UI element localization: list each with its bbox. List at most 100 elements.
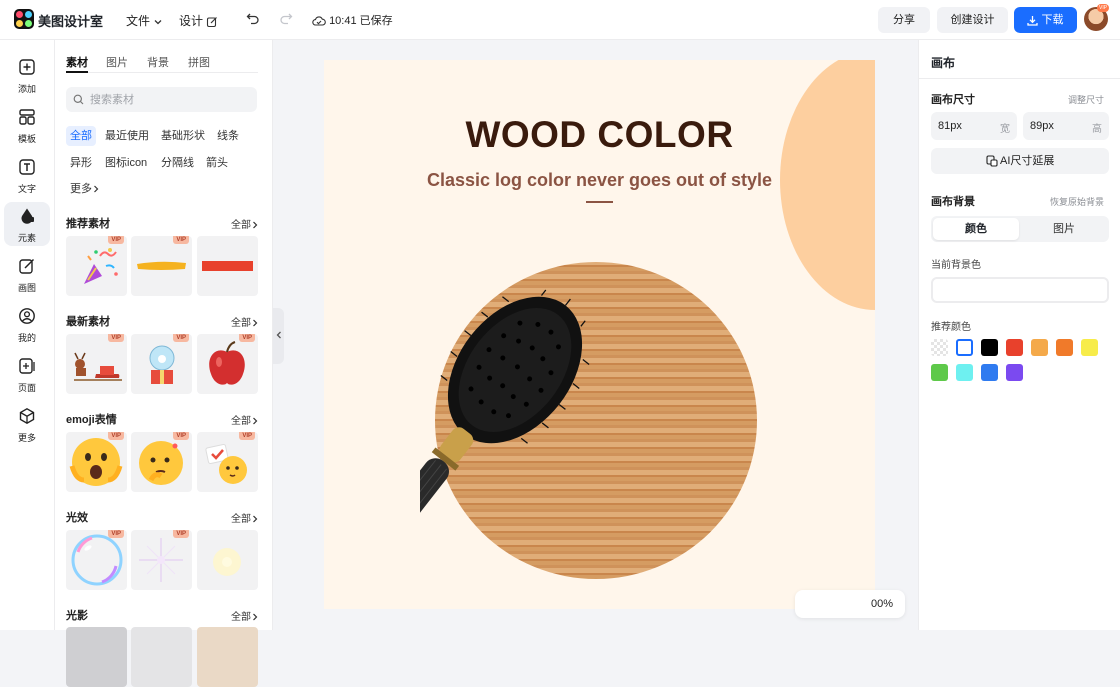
chevron-right-icon bbox=[253, 417, 258, 425]
nav-pages[interactable]: 页面 bbox=[4, 352, 50, 396]
nav-add[interactable]: 添加 bbox=[4, 53, 50, 97]
section-all-latest[interactable]: 全部 bbox=[231, 314, 259, 329]
vip-badge: VIP bbox=[173, 334, 189, 342]
vip-badge: VIP bbox=[239, 334, 255, 342]
text-icon bbox=[19, 159, 35, 175]
chip-lines[interactable]: 线条 bbox=[213, 126, 243, 146]
app-title[interactable]: 美图设计室 bbox=[38, 11, 103, 30]
asset-shadow-2[interactable] bbox=[131, 627, 192, 687]
app-logo-icon[interactable] bbox=[14, 9, 34, 29]
asset-snow-globe[interactable]: VIP bbox=[131, 334, 192, 394]
nav-draw-label: 画图 bbox=[17, 283, 36, 293]
plus-square-icon bbox=[19, 59, 35, 75]
tab-active-indicator bbox=[66, 71, 88, 73]
download-button[interactable]: 下载 bbox=[1014, 7, 1077, 33]
asset-sparkle[interactable]: VIP bbox=[131, 530, 192, 590]
file-menu-label: 文件 bbox=[126, 14, 151, 28]
swatch-black[interactable] bbox=[981, 339, 998, 356]
share-button[interactable]: 分享 bbox=[878, 7, 930, 33]
height-field[interactable]: 89px 高 bbox=[1023, 112, 1109, 140]
asset-shadow-3[interactable] bbox=[197, 627, 258, 687]
chip-arrows[interactable]: 箭头 bbox=[202, 153, 232, 173]
swatch-blue[interactable] bbox=[981, 364, 998, 381]
tab-images[interactable]: 图片 bbox=[106, 54, 128, 70]
asset-emoji-sign[interactable]: VIP bbox=[197, 432, 258, 492]
chip-dividers[interactable]: 分隔线 bbox=[157, 153, 198, 173]
nav-draw[interactable]: 画图 bbox=[4, 252, 50, 296]
asset-red-bar[interactable] bbox=[197, 236, 258, 296]
canvas-headline[interactable]: WOOD COLOR bbox=[324, 114, 875, 156]
current-bg-label: 当前背景色 bbox=[931, 260, 981, 271]
chevron-left-icon bbox=[276, 331, 281, 339]
nav-add-label: 添加 bbox=[17, 84, 36, 94]
redo-icon[interactable] bbox=[279, 11, 293, 25]
swatch-white[interactable] bbox=[956, 339, 973, 356]
chip-all[interactable]: 全部 bbox=[66, 126, 96, 146]
undo-icon[interactable] bbox=[246, 11, 260, 25]
asset-brush-stroke[interactable]: VIP bbox=[131, 236, 192, 296]
search-box[interactable] bbox=[66, 87, 257, 112]
swatch-purple[interactable] bbox=[1006, 364, 1023, 381]
design-menu[interactable]: 设计 bbox=[179, 12, 218, 29]
tab-materials[interactable]: 素材 bbox=[66, 54, 88, 70]
nav-text[interactable]: 文字 bbox=[4, 153, 50, 197]
asset-emoji-thinking[interactable]: VIP bbox=[131, 432, 192, 492]
design-canvas[interactable]: WOOD COLOR Classic log color never goes … bbox=[324, 60, 875, 609]
bg-type-color[interactable]: 颜色 bbox=[933, 218, 1019, 240]
section-all-light-effects[interactable]: 全部 bbox=[231, 510, 259, 525]
chip-icons[interactable]: 图标icon bbox=[101, 153, 151, 173]
width-field[interactable]: 81px 宽 bbox=[931, 112, 1017, 140]
section-all-light-shadow[interactable]: 全部 bbox=[231, 608, 259, 623]
ai-resize-icon bbox=[986, 155, 998, 167]
swatch-green[interactable] bbox=[931, 364, 948, 381]
current-bg-color-box[interactable] bbox=[931, 277, 1109, 303]
section-all-emoji[interactable]: 全部 bbox=[231, 412, 259, 427]
tab-backgrounds[interactable]: 背景 bbox=[147, 54, 169, 70]
nav-mine[interactable]: 我的 bbox=[4, 302, 50, 346]
asset-emoji-shocked[interactable]: VIP bbox=[66, 432, 127, 492]
tab-collage[interactable]: 拼图 bbox=[188, 54, 210, 70]
asset-apple[interactable]: VIP bbox=[197, 334, 258, 394]
resize-link[interactable]: 调整尺寸 bbox=[1068, 93, 1104, 106]
zoom-indicator[interactable]: 00% bbox=[795, 590, 905, 618]
swatch-yellow[interactable] bbox=[1081, 339, 1098, 356]
ai-extend-button[interactable]: AI尺寸延展 bbox=[931, 148, 1109, 174]
chip-basic-shapes[interactable]: 基础形状 bbox=[157, 126, 209, 146]
bg-type-toggle: 颜色 图片 bbox=[931, 216, 1109, 242]
canvas-divider[interactable] bbox=[586, 201, 613, 203]
restore-bg-link[interactable]: 恢复原始背景 bbox=[1050, 195, 1104, 208]
chip-recent[interactable]: 最近使用 bbox=[101, 126, 153, 146]
asset-glow[interactable] bbox=[197, 530, 258, 590]
hairbrush-image[interactable] bbox=[420, 240, 760, 570]
section-title-light-effects: 光效 bbox=[66, 512, 88, 524]
nav-template[interactable]: 模板 bbox=[4, 103, 50, 147]
swatch-orange[interactable] bbox=[1056, 339, 1073, 356]
canvas-subline[interactable]: Classic log color never goes out of styl… bbox=[324, 170, 875, 191]
nav-elements[interactable]: 元素 bbox=[4, 202, 50, 246]
section-all-recommended[interactable]: 全部 bbox=[231, 216, 259, 231]
swatch-transparent[interactable] bbox=[931, 339, 948, 356]
apple-icon bbox=[209, 341, 245, 385]
sparkle-icon bbox=[139, 538, 183, 582]
swatch-cyan[interactable] bbox=[956, 364, 973, 381]
collapse-panel-handle[interactable] bbox=[273, 308, 284, 364]
swatch-red[interactable] bbox=[1006, 339, 1023, 356]
chip-irregular[interactable]: 异形 bbox=[66, 153, 96, 173]
bg-type-image[interactable]: 图片 bbox=[1021, 218, 1107, 240]
search-input[interactable] bbox=[90, 92, 240, 107]
nav-more[interactable]: 更多 bbox=[4, 402, 50, 446]
swatch-light-orange[interactable] bbox=[1031, 339, 1048, 356]
chip-more[interactable]: 更多 bbox=[66, 179, 104, 199]
emoji-thinking-icon bbox=[139, 441, 183, 485]
section-all-label: 全部 bbox=[231, 612, 251, 623]
canvas-size-label: 画布尺寸 bbox=[931, 94, 975, 106]
file-menu[interactable]: 文件 bbox=[126, 12, 163, 29]
create-design-button[interactable]: 创建设计 bbox=[937, 7, 1008, 33]
draw-icon bbox=[19, 258, 35, 274]
brush-stroke-icon bbox=[137, 261, 186, 270]
asset-party-popper[interactable]: VIP bbox=[66, 236, 127, 296]
asset-shadow-1[interactable] bbox=[66, 627, 127, 687]
asset-reindeer-sleigh[interactable]: VIP bbox=[66, 334, 127, 394]
cloud-icon bbox=[312, 16, 326, 26]
asset-bubble[interactable]: VIP bbox=[66, 530, 127, 590]
